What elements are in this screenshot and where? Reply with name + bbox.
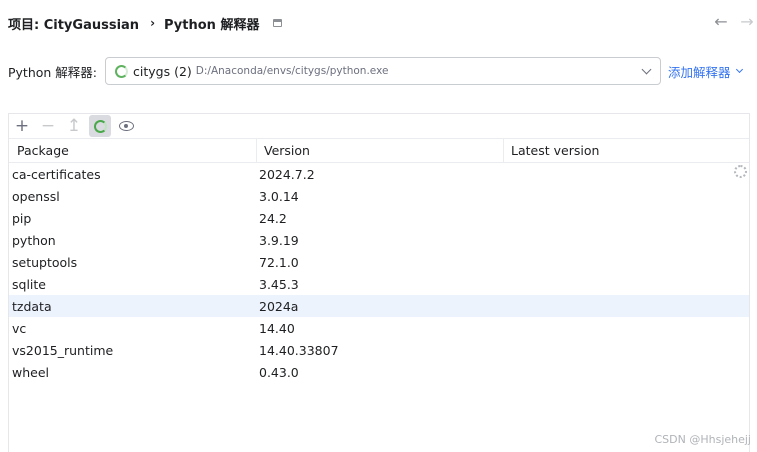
package-name: ca-certificates [12, 166, 101, 182]
plus-icon: + [14, 116, 30, 136]
breadcrumb: 项目: CityGaussian › Python 解释器 ← → [0, 0, 757, 46]
package-name: tzdata [12, 298, 52, 314]
eye-icon [118, 121, 134, 131]
forward-arrow-icon[interactable]: → [739, 13, 755, 31]
conda-env-icon [115, 64, 128, 78]
table-row[interactable]: wheel 0.43.0 [9, 361, 749, 383]
table-row[interactable]: openssl 3.0.14 [9, 185, 749, 207]
package-version: 2024a [259, 298, 299, 314]
interpreter-name: citygs (2) [133, 63, 192, 79]
table-row[interactable]: python 3.9.19 [9, 229, 749, 251]
package-version: 0.43.0 [259, 364, 299, 380]
package-version: 2024.7.2 [259, 166, 315, 182]
back-arrow-icon[interactable]: ← [713, 13, 729, 31]
add-package-button[interactable]: + [11, 115, 33, 137]
add-interpreter-button[interactable]: 添加解释器 [668, 62, 743, 81]
nav-arrows: ← → [713, 13, 755, 31]
add-interpreter-label: 添加解释器 [668, 64, 731, 80]
package-version: 72.1.0 [259, 254, 299, 270]
packages-toolbar: + − ↥ [9, 114, 749, 138]
table-row[interactable]: ca-certificates 2024.7.2 [9, 163, 749, 185]
packages-table-body: ca-certificates 2024.7.2 openssl 3.0.14 … [9, 163, 749, 383]
package-version: 3.45.3 [259, 276, 299, 292]
loading-icon [734, 165, 747, 178]
table-row[interactable]: sqlite 3.45.3 [9, 273, 749, 295]
project-label: 项目: CityGaussian [8, 17, 140, 33]
column-header-package[interactable]: Package [9, 139, 257, 162]
conda-icon [93, 119, 107, 133]
package-name: setuptools [12, 254, 78, 270]
table-row-selected[interactable]: tzdata 2024a [9, 295, 749, 317]
watermark: CSDN @Hhsjehejj [654, 433, 751, 446]
breadcrumb-separator: › [150, 16, 156, 30]
package-version: 14.40.33807 [259, 342, 339, 358]
window-icon[interactable] [273, 19, 283, 27]
remove-package-button[interactable]: − [37, 115, 59, 137]
package-name: python [12, 232, 56, 248]
package-name: wheel [12, 364, 49, 380]
table-row[interactable]: pip 24.2 [9, 207, 749, 229]
table-row[interactable]: vc 14.40 [9, 317, 749, 339]
package-name: sqlite [12, 276, 46, 292]
package-version: 24.2 [259, 210, 287, 226]
packages-panel: + − ↥ Package Version Latest version ca- [8, 113, 750, 452]
interpreter-select[interactable]: citygs (2) D:/Anaconda/envs/citygs/pytho… [105, 57, 661, 85]
interpreter-label: Python 解释器: [8, 64, 98, 80]
upgrade-icon: ↥ [66, 116, 82, 136]
package-version: 3.0.14 [259, 188, 299, 204]
package-name: vs2015_runtime [12, 342, 114, 358]
settings-page: 项目: CityGaussian › Python 解释器 ← → Python… [0, 0, 757, 452]
package-version: 3.9.19 [259, 232, 299, 248]
table-row[interactable]: vs2015_runtime 14.40.33807 [9, 339, 749, 361]
page-title: Python 解释器 [164, 17, 260, 33]
interpreter-path: D:/Anaconda/envs/citygs/python.exe [195, 65, 389, 77]
interpreter-row: Python 解释器: citygs (2) D:/Anaconda/envs/… [8, 57, 753, 85]
column-header-version[interactable]: Version [257, 139, 504, 162]
minus-icon: − [40, 116, 56, 136]
package-name: vc [12, 320, 27, 336]
chevron-down-icon[interactable] [641, 64, 652, 75]
package-version: 14.40 [259, 320, 295, 336]
chevron-down-icon [735, 65, 743, 74]
conda-toggle-button[interactable] [89, 115, 111, 137]
package-name: pip [12, 210, 32, 226]
show-early-releases-button[interactable] [115, 115, 137, 137]
column-header-latest-version[interactable]: Latest version [504, 139, 749, 162]
table-header: Package Version Latest version [9, 138, 749, 163]
table-row[interactable]: setuptools 72.1.0 [9, 251, 749, 273]
package-name: openssl [12, 188, 60, 204]
upgrade-package-button[interactable]: ↥ [63, 115, 85, 137]
